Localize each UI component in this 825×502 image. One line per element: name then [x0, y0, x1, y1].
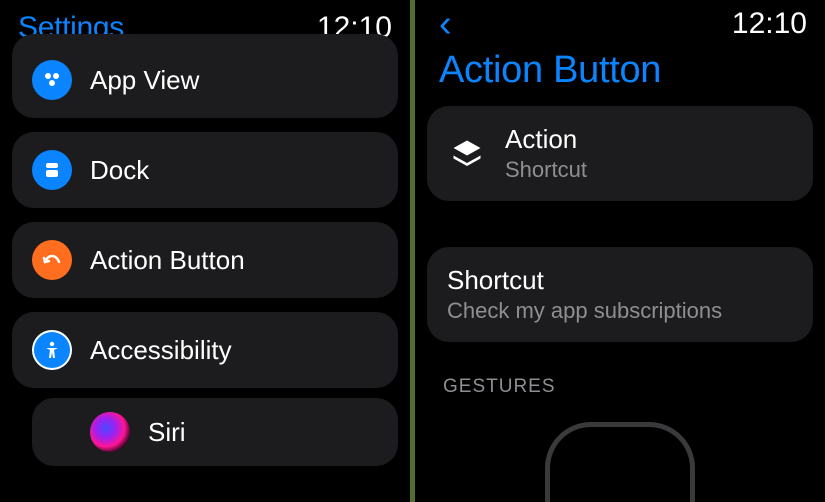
gestures-section-label: GESTURES	[443, 376, 813, 398]
shortcut-row-subtitle: Check my app subscriptions	[447, 298, 722, 324]
back-button[interactable]: ‹	[439, 5, 452, 43]
settings-item-label: Accessibility	[90, 335, 232, 366]
settings-item-accessibility[interactable]: Accessibility	[12, 312, 398, 388]
settings-list: App View Dock Action Button Accessibilit…	[12, 56, 398, 466]
settings-item-action-button[interactable]: Action Button	[12, 222, 398, 298]
settings-item-siri[interactable]: Siri	[32, 398, 398, 466]
settings-item-app-view[interactable]: App View	[12, 34, 398, 118]
action-stack-icon	[447, 134, 487, 174]
dock-icon	[32, 150, 72, 190]
shortcut-row-title: Shortcut	[447, 265, 722, 296]
app-view-icon	[32, 60, 72, 100]
action-button-pane: ‹ 12:10 Action Button Action Shortcut Sh…	[415, 0, 825, 502]
status-bar: ‹ 12:10	[427, 0, 813, 47]
shortcut-row[interactable]: Shortcut Check my app subscriptions	[427, 247, 813, 342]
settings-pane: Settings 12:10 App View Dock Action Butt…	[0, 0, 410, 502]
settings-item-label: Siri	[148, 417, 186, 448]
clock: 12:10	[732, 7, 807, 41]
action-row-subtitle: Shortcut	[505, 157, 587, 183]
page-title: Action Button	[439, 49, 813, 92]
action-button-icon	[32, 240, 72, 280]
settings-item-label: App View	[90, 65, 199, 96]
siri-icon	[90, 412, 130, 452]
settings-item-label: Dock	[90, 155, 149, 186]
watch-outline-graphic	[545, 422, 695, 502]
action-row-title: Action	[505, 124, 587, 155]
action-row[interactable]: Action Shortcut	[427, 106, 813, 201]
accessibility-icon	[32, 330, 72, 370]
settings-item-dock[interactable]: Dock	[12, 132, 398, 208]
settings-item-label: Action Button	[90, 245, 245, 276]
action-button-list: Action Shortcut Shortcut Check my app su…	[427, 106, 813, 502]
